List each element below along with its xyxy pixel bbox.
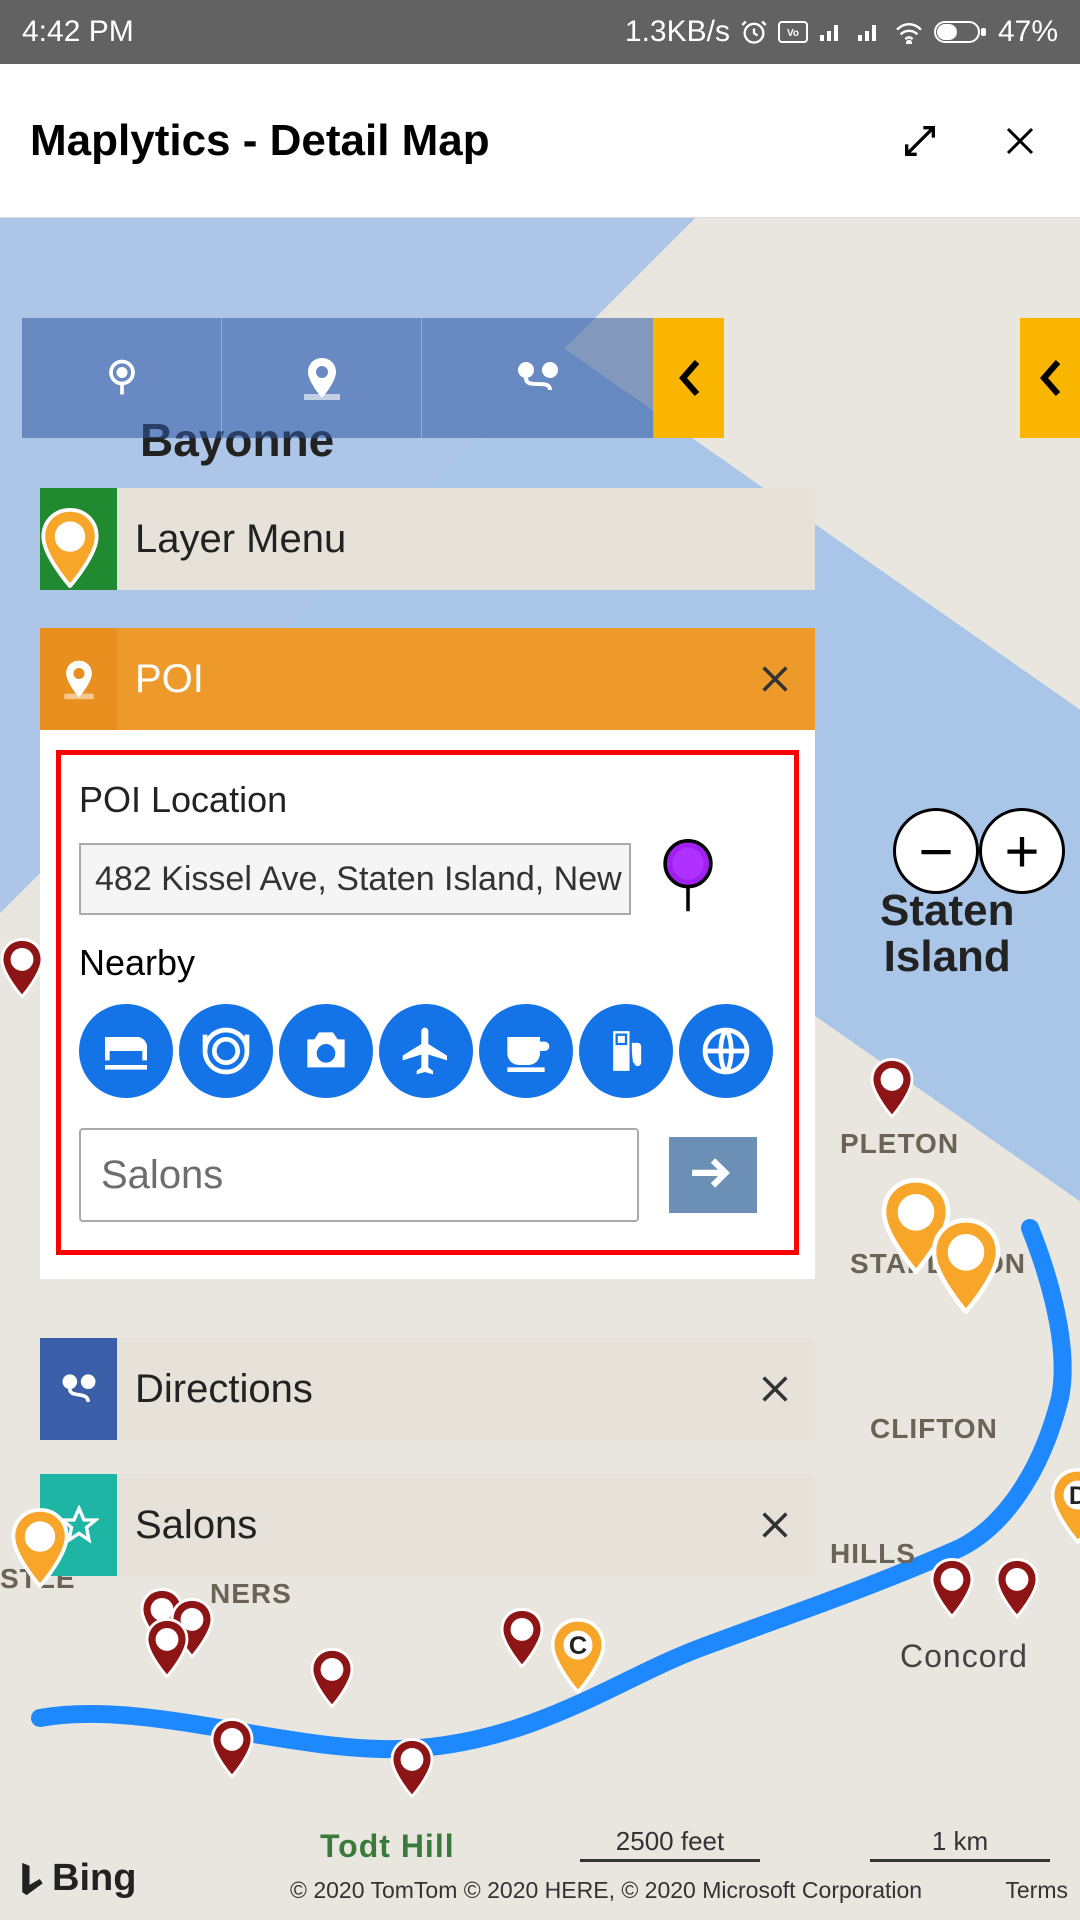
status-battery-pct: 47% bbox=[998, 15, 1058, 49]
poi-panel-header[interactable]: POI bbox=[40, 628, 815, 730]
wifi-icon bbox=[894, 20, 924, 44]
toolbar-pin-button[interactable] bbox=[22, 318, 222, 438]
area-clifton: CLIFTON bbox=[870, 1413, 998, 1445]
map-pin-orange[interactable] bbox=[40, 508, 100, 588]
poi-close-button[interactable] bbox=[735, 662, 815, 696]
status-bar: 4:42 PM 1.3KB/s Vo 47% bbox=[0, 0, 1080, 64]
map-brand-text: Bing bbox=[52, 1857, 136, 1900]
poi-icon bbox=[40, 628, 117, 730]
poi-address-value: 482 Kissel Ave, Staten Island, New bbox=[95, 860, 622, 898]
signal-1-icon bbox=[818, 21, 846, 43]
nearby-gas-icon[interactable] bbox=[579, 1004, 673, 1098]
layer-menu-title: Layer Menu bbox=[117, 517, 815, 562]
map-terms-link[interactable]: Terms bbox=[1005, 1877, 1068, 1904]
alarm-icon bbox=[740, 18, 768, 46]
map-label-staten: Staten Island bbox=[880, 888, 1014, 980]
nearby-icon-row bbox=[79, 1004, 776, 1098]
poi-current-pin-icon[interactable] bbox=[661, 839, 715, 918]
toolbar-collapse-left[interactable] bbox=[654, 318, 724, 438]
map-pin-c[interactable]: C bbox=[550, 1618, 606, 1694]
salons-panel[interactable]: Salons bbox=[40, 1474, 815, 1576]
close-icon[interactable] bbox=[1000, 121, 1040, 161]
map-pin[interactable] bbox=[870, 1058, 914, 1118]
map-pin[interactable] bbox=[145, 1618, 189, 1678]
map-pin-orange[interactable] bbox=[10, 1508, 70, 1588]
svg-text:C: C bbox=[569, 1632, 587, 1660]
map-brand: Bing bbox=[16, 1857, 136, 1900]
poi-location-label: POI Location bbox=[79, 779, 776, 821]
nearby-globe-icon[interactable] bbox=[679, 1004, 773, 1098]
signal-2-icon bbox=[856, 21, 884, 43]
expand-icon[interactable] bbox=[900, 121, 940, 161]
poi-panel-title: POI bbox=[117, 657, 735, 702]
map-pin[interactable] bbox=[930, 1558, 974, 1618]
poi-search-go-button[interactable] bbox=[669, 1137, 757, 1213]
map-pin[interactable] bbox=[0, 938, 44, 998]
toolbar-map-pin-button[interactable] bbox=[222, 318, 422, 438]
zoom-out-button[interactable]: − bbox=[893, 808, 979, 894]
map-copyright: © 2020 TomTom © 2020 HERE, © 2020 Micros… bbox=[290, 1877, 922, 1904]
area-pleton: PLETON bbox=[840, 1128, 959, 1160]
scale-feet: 2500 feet bbox=[580, 1826, 760, 1862]
directions-panel[interactable]: Directions bbox=[40, 1338, 815, 1440]
toolbar-collapse-right[interactable] bbox=[1020, 318, 1080, 438]
nearby-restaurant-icon[interactable] bbox=[179, 1004, 273, 1098]
volte-icon: Vo bbox=[778, 21, 808, 43]
area-hills: HILLS bbox=[830, 1538, 916, 1570]
map-pin-orange[interactable] bbox=[930, 1218, 1002, 1314]
nearby-camera-icon[interactable] bbox=[279, 1004, 373, 1098]
poi-address-input[interactable]: 482 Kissel Ave, Staten Island, New bbox=[79, 843, 631, 915]
map-pin[interactable] bbox=[390, 1738, 434, 1798]
directions-icon bbox=[40, 1338, 117, 1440]
svg-text:Vo: Vo bbox=[787, 28, 799, 39]
nearby-airport-icon[interactable] bbox=[379, 1004, 473, 1098]
bing-logo-icon bbox=[16, 1860, 46, 1898]
app-header: Maplytics - Detail Map bbox=[0, 64, 1080, 218]
map-scale: 2500 feet 1 km bbox=[580, 1826, 1050, 1862]
directions-close-button[interactable] bbox=[735, 1372, 815, 1406]
area-concord: Concord bbox=[900, 1638, 1028, 1675]
layer-menu-panel[interactable]: Layer Menu bbox=[40, 488, 815, 590]
status-data-rate: 1.3KB/s bbox=[625, 15, 730, 49]
map-canvas[interactable]: Bayonne Staten Island PLETON STAPLETON C… bbox=[0, 218, 1080, 1920]
salons-title: Salons bbox=[117, 1503, 735, 1548]
toolbar-route-button[interactable] bbox=[422, 318, 654, 438]
nearby-hotel-icon[interactable] bbox=[79, 1004, 173, 1098]
status-time: 4:42 PM bbox=[22, 15, 134, 49]
salons-close-button[interactable] bbox=[735, 1508, 815, 1542]
map-pin[interactable] bbox=[500, 1608, 544, 1668]
directions-title: Directions bbox=[117, 1367, 735, 1412]
area-todt: Todt Hill bbox=[320, 1828, 455, 1865]
map-pin[interactable] bbox=[310, 1648, 354, 1708]
map-pin-d[interactable]: D bbox=[1050, 1468, 1080, 1544]
poi-panel-body: POI Location 482 Kissel Ave, Staten Isla… bbox=[40, 730, 815, 1279]
scale-km: 1 km bbox=[870, 1826, 1050, 1862]
battery-icon bbox=[934, 19, 988, 45]
poi-search-input[interactable] bbox=[79, 1128, 639, 1222]
poi-nearby-label: Nearby bbox=[79, 942, 776, 984]
map-pin[interactable] bbox=[995, 1558, 1039, 1618]
area-ners: NERS bbox=[210, 1578, 292, 1610]
map-pin[interactable] bbox=[210, 1718, 254, 1778]
map-toolbar bbox=[22, 318, 724, 438]
nearby-coffee-icon[interactable] bbox=[479, 1004, 573, 1098]
zoom-in-button[interactable]: + bbox=[979, 808, 1065, 894]
page-title: Maplytics - Detail Map bbox=[30, 116, 490, 166]
svg-text:D: D bbox=[1069, 1482, 1080, 1510]
